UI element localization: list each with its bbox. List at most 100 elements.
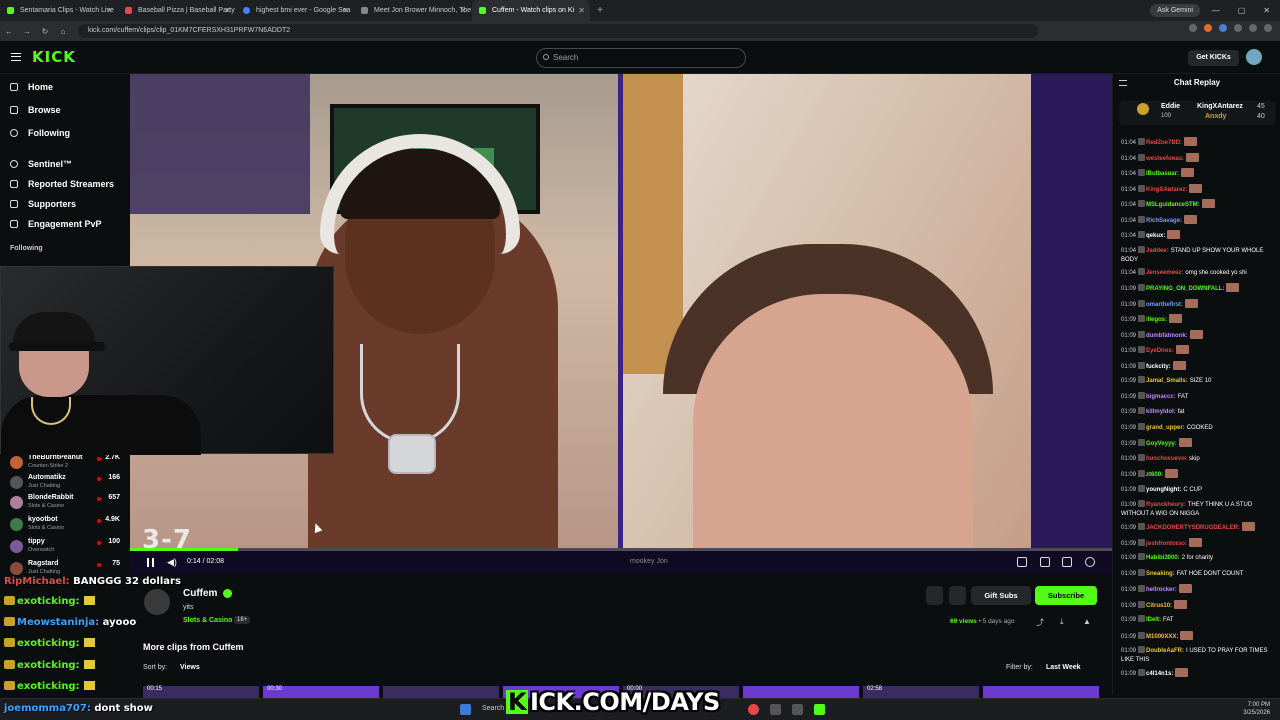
browser-tab[interactable]: highest bmi ever - Google Sea ✕ xyxy=(236,0,354,21)
sidebar-item-home[interactable]: Home xyxy=(10,80,53,94)
chat-username[interactable]: hunchocuevo: xyxy=(1146,456,1187,462)
extension-icon[interactable] xyxy=(1234,24,1242,32)
chat-username[interactable]: bigmaccc: xyxy=(1146,394,1176,400)
chat-username[interactable]: Habibi3000: xyxy=(1146,555,1180,561)
volume-icon[interactable]: ◀) xyxy=(167,557,177,568)
chat-username[interactable]: JACKDOHERTYSDRUGDEALER: xyxy=(1146,525,1240,531)
app-icon[interactable] xyxy=(770,704,781,715)
settings-gear-icon[interactable] xyxy=(1085,557,1095,567)
subscribe-button[interactable]: Subscribe xyxy=(1035,586,1097,605)
clip-thumbnail[interactable] xyxy=(383,686,499,698)
followed-channel[interactable]: BlondeRabbit Slots & Casino 657 xyxy=(10,494,122,510)
sidebar-item-sentinel[interactable]: Sentinel™ xyxy=(10,157,72,171)
download-icon[interactable]: ⤓ xyxy=(1060,617,1064,627)
sidebar-item-engagement-pvp[interactable]: Engagement PvP xyxy=(10,217,102,231)
chat-username[interactable]: PRAYING_ON_DOWNFALL: xyxy=(1146,286,1224,292)
sidebar-item-browse[interactable]: Browse xyxy=(10,103,61,117)
clip-thumbnail[interactable]: 00:30 xyxy=(263,686,379,698)
close-tab-icon[interactable]: ✕ xyxy=(460,0,467,21)
search-input[interactable]: Search xyxy=(536,48,746,68)
bookmark-star-icon[interactable] xyxy=(1189,24,1197,32)
kick-logo[interactable]: KICK xyxy=(32,48,76,66)
pause-icon[interactable] xyxy=(147,558,154,567)
followed-channel[interactable]: Automatikz Just Chatting 166 xyxy=(10,474,122,490)
close-tab-icon[interactable]: ✕ xyxy=(224,0,231,21)
chat-username[interactable]: Ryanckheury: xyxy=(1146,502,1186,508)
clip-thumbnail[interactable] xyxy=(743,686,859,698)
close-tab-icon[interactable]: ✕ xyxy=(578,0,585,21)
extension-icon[interactable] xyxy=(1249,24,1257,32)
chat-username[interactable]: zt600: xyxy=(1146,472,1163,478)
user-avatar[interactable] xyxy=(1246,49,1262,65)
kick-app-icon[interactable] xyxy=(814,704,825,715)
new-tab-button[interactable]: + xyxy=(590,5,610,16)
notifications-button[interactable] xyxy=(926,586,943,605)
menu-icon[interactable] xyxy=(11,53,21,61)
filter-dropdown[interactable]: Last Week xyxy=(1046,664,1081,671)
pip-icon[interactable] xyxy=(1017,557,1027,567)
close-window-icon[interactable]: ✕ xyxy=(1263,6,1270,15)
minimize-icon[interactable]: — xyxy=(1212,6,1220,15)
chat-username[interactable]: c4l14n1s: xyxy=(1146,671,1173,677)
chat-username[interactable]: DoubleAaFR: xyxy=(1146,648,1184,654)
home-icon[interactable]: ⌂ xyxy=(54,27,72,36)
sort-dropdown[interactable]: Views xyxy=(180,664,200,671)
forward-icon[interactable]: → xyxy=(18,27,36,36)
extension-icon[interactable] xyxy=(1219,24,1227,32)
chat-username[interactable]: youngNight: xyxy=(1146,487,1181,493)
browser-tab-active[interactable]: Cuffem - Watch clips on Ki ✕ xyxy=(472,0,590,21)
browser-tab[interactable]: Baseball Pizza | Baseball Party ✕ xyxy=(118,0,236,21)
taskbar-search[interactable]: Search xyxy=(482,705,504,712)
report-icon[interactable]: ▲ xyxy=(1083,617,1091,626)
chat-username[interactable]: M1000XXX: xyxy=(1146,634,1178,640)
follow-heart-button[interactable] xyxy=(949,586,966,605)
share-icon[interactable]: ⤴ xyxy=(1036,617,1044,628)
chrome-icon[interactable] xyxy=(748,704,759,715)
followed-channel[interactable]: kyootbot Slots & Casino 4.9K xyxy=(10,516,122,532)
followed-channel[interactable]: tippy Overwatch 100 xyxy=(10,538,122,554)
sidebar-item-following[interactable]: Following xyxy=(10,126,70,140)
browser-tab[interactable]: Sentamaria Clips - Watch Live ✕ xyxy=(0,0,118,21)
back-icon[interactable]: ← xyxy=(0,27,18,36)
chat-username[interactable]: EyeDnos: xyxy=(1146,348,1174,354)
chat-username[interactable]: RichSavage: xyxy=(1146,218,1182,224)
chat-username[interactable]: Jaddee: xyxy=(1146,248,1169,254)
browser-tab[interactable]: Meet Jon Brower Minnoch, The ✕ xyxy=(354,0,472,21)
windows-start-icon[interactable] xyxy=(460,704,471,715)
get-kicks-button[interactable]: Get KICKs xyxy=(1188,50,1239,66)
fullscreen-icon[interactable] xyxy=(1062,557,1072,567)
close-tab-icon[interactable]: ✕ xyxy=(342,0,349,21)
url-field[interactable]: kick.com/cuffem/clips/clip_01KM7CFERSXH3… xyxy=(78,24,1038,38)
app-icon[interactable] xyxy=(792,704,803,715)
channel-name[interactable]: Cuffem xyxy=(183,588,217,599)
sidebar-item-supporters[interactable]: Supporters xyxy=(10,197,76,211)
ask-gemini-button[interactable]: Ask Gemini xyxy=(1150,4,1200,17)
chat-username[interactable]: omarthefirst: xyxy=(1146,302,1183,308)
maximize-icon[interactable]: ▢ xyxy=(1238,6,1246,15)
chat-username[interactable]: dumbfatmonk: xyxy=(1146,333,1188,339)
clip-thumbnail[interactable]: 02:58 xyxy=(863,686,979,698)
chat-username[interactable]: KingXAntarez: xyxy=(1146,187,1187,193)
clip-thumbnail[interactable] xyxy=(983,686,1099,698)
chat-username[interactable]: Jenseemeez: xyxy=(1146,270,1183,276)
chat-username[interactable]: fuckcity: xyxy=(1146,364,1171,370)
chat-username[interactable]: IDelt: xyxy=(1146,617,1161,623)
sidebar-item-reported-streamers[interactable]: Reported Streamers xyxy=(10,177,114,191)
chat-username[interactable]: qekux: xyxy=(1146,233,1165,239)
chat-username[interactable]: Sneaking: xyxy=(1146,571,1175,577)
profile-icon[interactable] xyxy=(1264,24,1272,32)
extension-icon[interactable] xyxy=(1204,24,1212,32)
chat-username[interactable]: MSLguidanceSTM: xyxy=(1146,202,1200,208)
chat-username[interactable]: Citrus10: xyxy=(1146,603,1172,609)
reload-icon[interactable]: ↻ xyxy=(36,27,54,36)
chat-username[interactable]: GoyVeyyy: xyxy=(1146,441,1177,447)
theater-icon[interactable] xyxy=(1040,557,1050,567)
chat-username[interactable]: hellrocker: xyxy=(1146,587,1177,593)
followed-channel[interactable]: TheBurntPeanut Counter-Strike 2 2.7K xyxy=(10,454,122,470)
chat-username[interactable]: illegos: xyxy=(1146,317,1167,323)
category-link[interactable]: Slots & Casino xyxy=(183,617,232,624)
chat-username[interactable]: grand_upper: xyxy=(1146,425,1185,431)
gift-subs-button[interactable]: Gift Subs xyxy=(971,586,1031,605)
close-tab-icon[interactable]: ✕ xyxy=(106,0,113,21)
chat-username[interactable]: killmyldol: xyxy=(1146,409,1176,415)
